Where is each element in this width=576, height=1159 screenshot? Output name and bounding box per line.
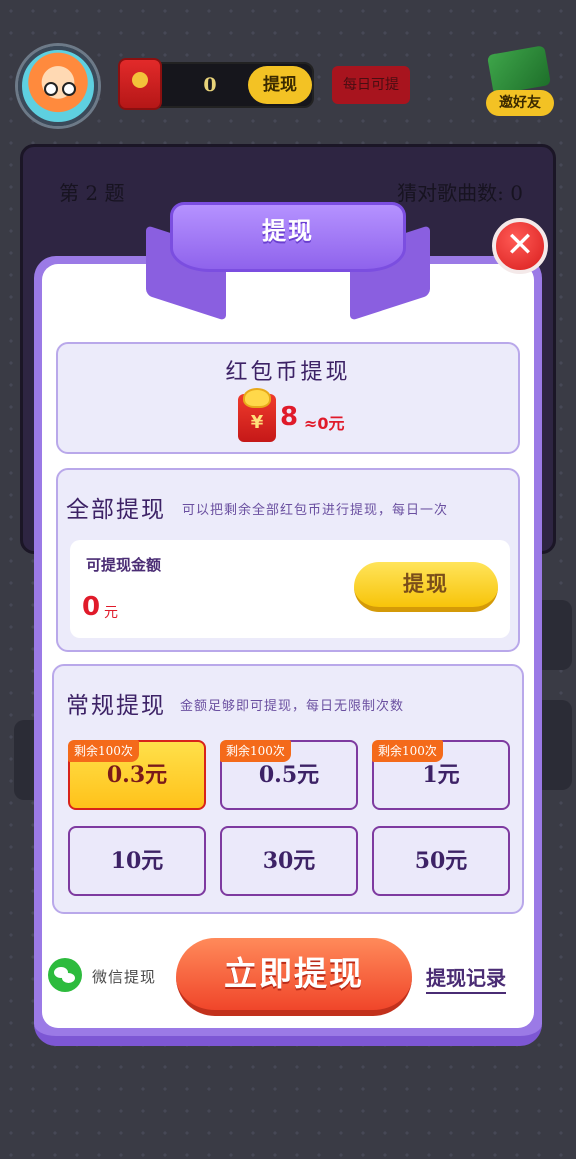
withdrawable-amount-box: 可提现金额 0 元 提现 [70,540,510,638]
remaining-count-badge: 剩余100次 [220,740,291,762]
gold-coins-icon [243,388,271,408]
avatar-eye-icon [44,82,58,96]
withdrawable-amount-label: 可提现金额 [86,556,162,574]
close-icon[interactable]: ✕ [492,218,548,274]
avatar-eye-icon [62,82,76,96]
invite-label: 邀好友 [486,90,554,116]
yen-symbol: ¥ [250,412,264,433]
wechat-icon [48,958,82,992]
daily-withdraw-tag: 每日可提 [332,66,410,104]
regular-withdraw-title: 常规提现 [66,693,166,719]
withdrawable-amount-value: 0 [82,592,101,622]
regular-withdraw-card: 常规提现 金额足够即可提现，每日无限制次数 剩余100次 0.3元 剩余100次… [52,664,524,914]
amount-option-label: 10元 [110,848,164,874]
remaining-count-badge: 剩余100次 [372,740,443,762]
invite-friends-button[interactable]: 邀好友 [482,45,556,120]
amount-option-label: 0.3元 [106,762,168,788]
full-withdraw-card: 全部提现 可以把剩余全部红包币进行提现，每日一次 可提现金额 0 元 提现 [56,468,520,652]
balance-title: 红包币提现 [225,360,351,385]
withdraw-method-label: 微信提现 [92,968,157,986]
withdrawable-amount-unit: 元 [104,605,118,621]
full-withdraw-button[interactable]: 提现 [354,562,498,612]
amount-option-1[interactable]: 剩余100次 1元 [372,740,510,810]
amount-option-30[interactable]: 30元 [220,826,358,896]
red-envelope-icon: ¥ [238,388,276,442]
amount-option-0.3[interactable]: 剩余100次 0.3元 [68,740,206,810]
full-withdraw-title: 全部提现 [66,497,166,523]
amount-option-10[interactable]: 10元 [68,826,206,896]
amount-option-label: 30元 [262,848,316,874]
coin-amount: 8 [280,402,299,432]
modal-title-ribbon: 提现 [170,202,406,272]
cash-stack-icon [486,45,552,95]
amount-option-label: 1元 [422,762,460,788]
question-number: 第 2 题 [59,181,125,205]
regular-withdraw-description: 金额足够即可提现，每日无限制次数 [180,699,405,714]
remaining-count-badge: 剩余100次 [68,740,139,762]
correct-count: 猜对歌曲数: 0 [397,181,523,205]
coin-balance-card: 红包币提现 ¥ 8 ≈0元 [56,342,520,454]
top-bar: 0 提现 每日可提 邀好友 [0,0,576,140]
amount-option-label: 50元 [414,848,468,874]
user-avatar[interactable] [18,46,98,126]
full-withdraw-description: 可以把剩余全部红包币进行提现，每日一次 [182,503,449,518]
coin-count: 0 [203,74,217,96]
amount-option-label: 0.5元 [258,762,320,788]
amount-option-50[interactable]: 50元 [372,826,510,896]
modal-title: 提现 [262,216,314,245]
amount-option-0.5[interactable]: 剩余100次 0.5元 [220,740,358,810]
withdraw-now-button[interactable]: 立即提现 [176,938,412,1016]
withdraw-records-link[interactable]: 提现记录 [426,962,506,994]
coin-conversion: ≈0元 [304,414,345,433]
red-envelope-icon [118,58,162,110]
header-withdraw-button[interactable]: 提现 [248,66,312,104]
